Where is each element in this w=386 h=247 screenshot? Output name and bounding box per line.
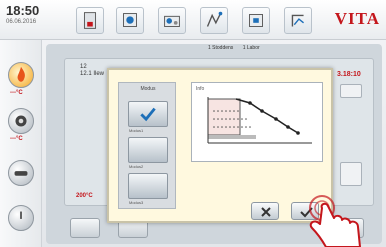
program-name: 12.1 Ilew [80, 71, 105, 77]
cancel-button[interactable] [251, 202, 279, 220]
mode-option-2-label: Modus2 [129, 164, 144, 169]
program-chip[interactable] [340, 84, 362, 98]
brand-logo: VITA [334, 9, 380, 28]
tab-stoddens[interactable]: 1 Stoddens [208, 45, 233, 51]
program-time: 3.18:10 [337, 71, 361, 78]
lift-icon[interactable] [8, 160, 34, 186]
firing-curve-diagram [207, 97, 312, 144]
program-number: 12 [80, 64, 87, 70]
firing-chamber-icon[interactable] [116, 7, 144, 34]
vacuum-temp: ---°C [10, 136, 23, 142]
power-icon[interactable] [8, 205, 34, 231]
tab-bar: 1 Stoddens 1 Labor [200, 45, 260, 51]
hand-pointer-icon [309, 195, 361, 247]
tools-icon[interactable] [158, 7, 186, 34]
tab-labor[interactable]: 1 Labor [243, 45, 260, 51]
mode-option-3[interactable] [128, 173, 168, 199]
close-icon [261, 207, 271, 217]
media-icon[interactable] [242, 7, 270, 34]
mode-panel: Modus Modus1 Modus2 Modus3 [118, 82, 176, 209]
date: 06.06.2016 [6, 19, 37, 25]
device-screen: 18:50 06.06.2016 VITA ---°C ---°C 1 Stod… [0, 0, 386, 247]
mode-title: Modus [140, 86, 156, 92]
flame-icon[interactable] [8, 62, 34, 88]
info-panel: Info [191, 82, 323, 162]
clock: 18:50 [6, 3, 40, 18]
start-temp: 200°C [76, 193, 93, 199]
settings-icon[interactable] [200, 7, 228, 34]
mode-option-1-label: Modus1 [129, 128, 144, 133]
program-info: 12 12.1 Ilew [80, 64, 104, 78]
heater-temp: ---°C [10, 90, 23, 96]
bottom-button-1[interactable] [70, 218, 100, 238]
vacuum-icon[interactable] [8, 108, 34, 134]
mode-option-2[interactable] [128, 137, 168, 163]
top-bar: 18:50 06.06.2016 VITA [0, 0, 386, 40]
mode-option-1[interactable] [128, 101, 168, 127]
mode-option-3-label: Modus3 [129, 200, 144, 205]
press-furnace-icon[interactable] [76, 7, 104, 34]
program-icon[interactable] [284, 7, 312, 34]
